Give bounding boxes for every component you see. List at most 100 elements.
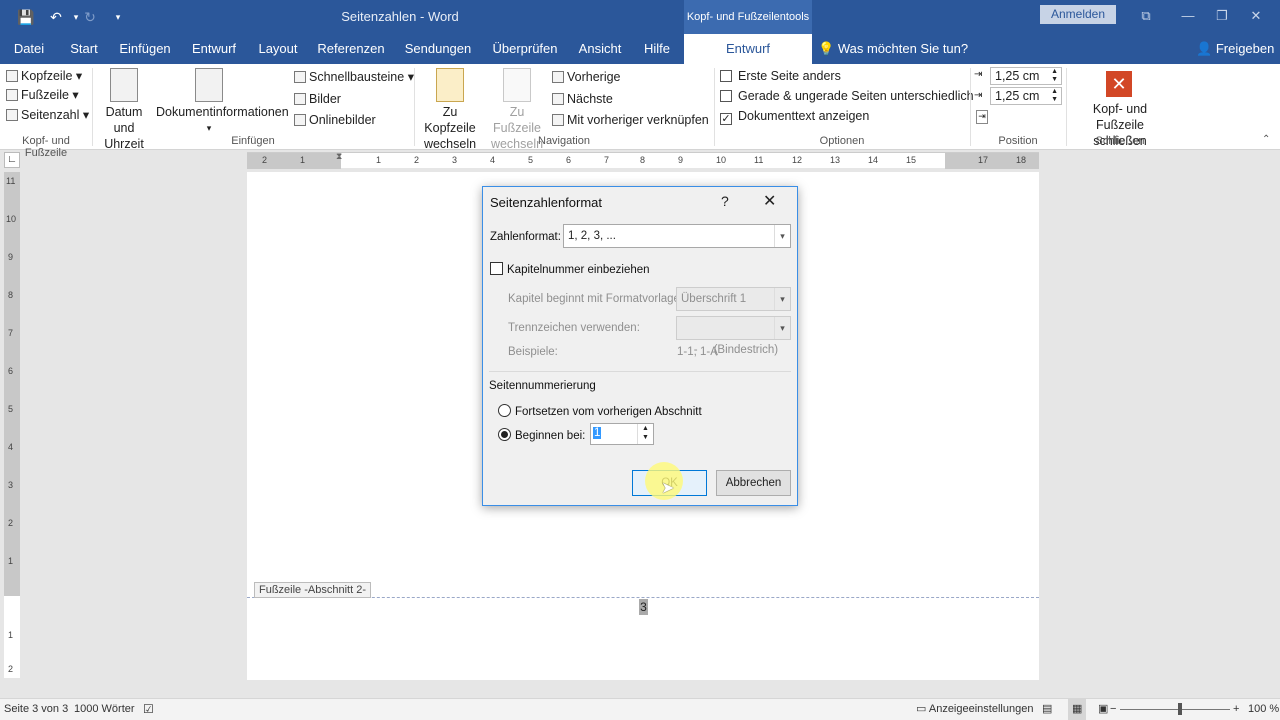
ruler-number: 17 [978,155,989,165]
schnellbausteine-label: Schnellbausteine [309,70,405,84]
erste-seite-label: Erste Seite anders [738,69,841,83]
ruler-number: 2 [414,155,420,165]
fortsetzen-radio[interactable]: Fortsetzen vom vorherigen Abschnitt [498,404,702,418]
display-settings-button[interactable]: ▭ Anzeigeeinstellungen [916,699,1033,720]
fusszeile-button[interactable]: Fußzeile ▾ [6,85,79,105]
minimize-icon[interactable]: — [1178,6,1198,26]
help-icon[interactable]: ? [721,193,729,209]
kapitel-checkbox[interactable]: Kapitelnummer einbeziehen [490,262,650,276]
start-at-value[interactable]: 1 [593,427,602,439]
stepper-arrows-icon[interactable]: ▲ ▼ [637,424,653,444]
ruler-number: 11 [6,176,16,186]
horizontal-ruler[interactable]: ⧗ 2 1 1 2 3 4 5 6 7 8 9 10 11 12 13 14 1… [247,151,1039,169]
radio-off [498,404,511,417]
vertical-ruler[interactable]: 11 10 9 8 7 6 5 4 3 2 1 1 2 [4,172,20,678]
group-label-einfuegen: Einfügen [231,135,275,147]
tab-start[interactable]: Start [58,34,110,64]
tell-me-search[interactable]: 💡 Was möchten Sie tun? [818,34,968,64]
signin-button[interactable]: Anmelden [1040,5,1116,24]
footer-position-spinner[interactable]: 1,25 cm ▲ ▼ [990,87,1062,105]
radio-on [498,428,511,441]
tab-layout[interactable]: Layout [248,34,308,64]
kapitel-beginnt-select[interactable]: Überschrift 1 ▾ [676,287,791,311]
verknuepfen-button[interactable]: Mit vorheriger verknüpfen [552,110,709,130]
start-at-stepper[interactable]: 1 ▲ ▼ [590,423,654,445]
zahlenformat-select[interactable]: 1, 2, 3, ... ▾ [563,224,791,248]
onlinebilder-button[interactable]: Onlinebilder [294,110,376,130]
tab-selector[interactable]: ∟ [4,152,20,168]
page-number-format-dialog: Seitenzahlenformat ? ✕ Zahlenformat: 1, … [482,186,798,506]
close-icon[interactable]: ✕ [763,191,776,211]
close-window-icon[interactable]: ✕ [1246,6,1266,26]
zoom-slider-thumb[interactable] [1178,703,1182,715]
trennzeichen-select[interactable]: - (Bindestrich) ▾ [676,316,791,356]
share-button[interactable]: 👤 Freigeben [1196,34,1274,64]
naechste-button[interactable]: Nächste [552,89,613,109]
tab-datei[interactable]: Datei [0,34,58,64]
tab-hilfe[interactable]: Hilfe [634,34,680,64]
dokumenttext-checkbox[interactable]: ✓ Dokumenttext anzeigen [720,106,869,126]
close-header-footer-icon: ✕ [1106,71,1132,97]
tab-header-footer-design[interactable]: Entwurf [684,34,812,64]
word-count[interactable]: 1000 Wörter [74,699,135,720]
cancel-button[interactable]: Abbrechen [716,470,791,496]
dokumentinformationen-button[interactable]: Dokumentinformationen ▾ [156,68,289,136]
ruler-number: 7 [604,155,610,165]
ruler-number: 7 [8,328,14,338]
footer-icon [6,89,18,101]
display-icon: ▭ [916,703,927,715]
header-icon [6,70,18,82]
tab-sendungen[interactable]: Sendungen [396,34,480,64]
web-layout-icon[interactable]: ▣ [1098,699,1108,720]
bilder-button[interactable]: Bilder [294,89,341,109]
dokumenttext-label: Dokumenttext anzeigen [738,109,870,123]
ruler-number: 5 [528,155,534,165]
seitenzahl-button[interactable]: Seitenzahl ▾ [6,105,89,125]
zoom-in-icon[interactable]: + [1233,699,1239,720]
page-count[interactable]: Seite 3 von 3 [4,699,68,720]
zoom-slider-track[interactable] [1120,709,1230,710]
gerade-ungerade-checkbox[interactable]: Gerade & ungerade Seiten unterschiedlich [720,86,974,106]
tab-ansicht[interactable]: Ansicht [570,34,630,64]
zoom-out-icon[interactable]: − [1110,699,1116,720]
lightbulb-icon: 💡 [818,41,835,56]
ribbon-tabs: Datei Start Einfügen Entwurf Layout Refe… [0,34,1280,64]
goto-footer-icon [503,68,531,102]
tab-einfuegen[interactable]: Einfügen [110,34,180,64]
kopfzeile-button[interactable]: Kopfzeile ▾ [6,66,82,86]
zahlenformat-label: Zahlenformat: [490,231,561,243]
header-position-spinner[interactable]: 1,25 cm ▲ ▼ [990,67,1062,85]
group-label-schliessen: Schließen [1095,135,1145,147]
verknuepfen-label: Mit vorheriger verknüpfen [567,113,709,127]
footer-page-number[interactable]: 3 [639,599,648,615]
spinner-arrows-icon[interactable]: ▲ ▼ [1051,88,1058,104]
beginnen-radio[interactable]: Beginnen bei: [498,428,585,442]
vorherige-button[interactable]: Vorherige [552,67,621,87]
spinner-arrows-icon[interactable]: ▲ ▼ [1051,68,1058,84]
schnellbausteine-button[interactable]: Schnellbausteine ▾ [294,67,414,87]
picture-icon [294,93,306,105]
fusszeile-label: Fußzeile [21,88,69,102]
header-position-value: 1,25 cm [995,69,1040,83]
read-mode-icon[interactable]: ▤ [1042,699,1052,720]
restore-icon[interactable]: ❐ [1212,6,1232,26]
insert-alignment-tab-icon[interactable]: ⇥ [976,110,988,124]
proofing-icon[interactable]: ☑ [143,699,154,720]
page-number-icon [6,109,18,121]
ruler-number: 10 [716,155,727,165]
beispiele-label: Beispiele: [508,346,558,358]
calendar-icon [110,68,138,102]
ribbon-display-options-icon[interactable]: ⧉ [1136,6,1156,26]
tab-entwurf[interactable]: Entwurf [182,34,246,64]
group-label-optionen: Optionen [819,135,865,147]
erste-seite-checkbox[interactable]: Erste Seite anders [720,66,841,86]
zoom-level[interactable]: 100 % [1248,699,1279,720]
indent-marker-icon[interactable]: ⧗ [336,151,342,162]
document-info-icon [195,68,223,102]
dokinfo-dropdown-icon: ▾ [206,123,212,133]
tab-ueberpruefen[interactable]: Überprüfen [484,34,566,64]
print-layout-icon[interactable]: ▦ [1068,699,1087,720]
footer-position-value: 1,25 cm [995,89,1040,103]
collapse-ribbon-icon[interactable]: ⌃ [1262,134,1270,145]
tab-referenzen[interactable]: Referenzen [310,34,392,64]
